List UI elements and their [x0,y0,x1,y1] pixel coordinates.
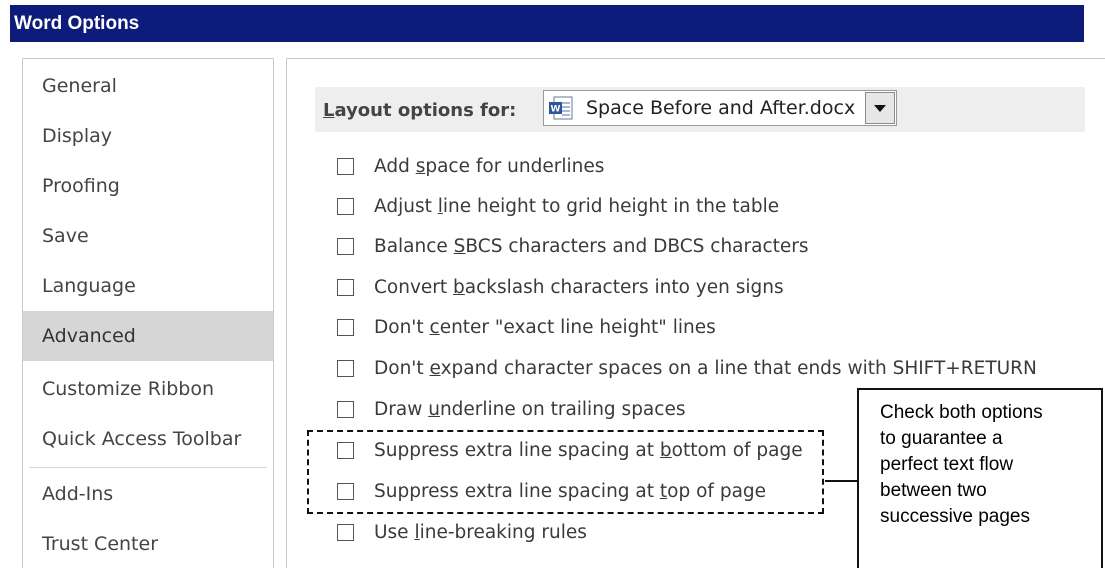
window-title-bar: Word Options [10,5,1084,42]
sidebar-item-language[interactable]: Language [23,264,273,308]
layout-document-name: Space Before and After.docx [586,97,856,119]
option-dont-center-exact-line-height: Don't center "exact line height" lines [337,313,1097,343]
layout-document-select[interactable]: W Space Before and After.docx [543,90,897,126]
option-label: Use line-breaking rules [374,522,587,543]
option-label: Balance SBCS characters and DBCS charact… [374,236,809,257]
callout-line: Check both options [880,402,1043,423]
highlight-dashed-box [307,430,824,514]
option-adjust-line-height: Adjust line height to grid height in the… [337,192,1097,222]
sidebar-item-display[interactable]: Display [23,114,273,158]
callout-connector-line [825,480,857,482]
checkbox-convert-backslash[interactable] [337,279,354,296]
option-dont-expand-character-spaces: Don't expand character spaces on a line … [337,354,1097,384]
option-label: Adjust line height to grid height in the… [374,196,780,217]
checkbox-dont-center-exact-line-height[interactable] [337,319,354,336]
checkbox-dont-expand-character-spaces[interactable] [337,360,354,377]
option-label: Don't center "exact line height" lines [374,317,716,338]
layout-options-label: Layout options for: [323,100,517,121]
callout-line: between two [880,480,987,501]
checkbox-add-space-for-underlines[interactable] [337,158,354,175]
checkbox-draw-underline-trailing-spaces[interactable] [337,401,354,418]
option-label: Convert backslash characters into yen si… [374,277,784,298]
sidebar-item-add-ins[interactable]: Add-Ins [23,472,273,516]
callout-line: successive pages [880,506,1030,527]
option-label: Add space for underlines [374,156,605,177]
annotation-callout: Check both options to guarantee a perfec… [857,388,1103,568]
word-document-icon: W [549,96,573,120]
option-balance-sbcs-dbcs: Balance SBCS characters and DBCS charact… [337,232,1097,262]
chevron-down-icon[interactable] [865,92,895,124]
sidebar-item-save[interactable]: Save [23,214,273,258]
callout-line: to guarantee a [880,428,1003,449]
sidebar-item-trust-center[interactable]: Trust Center [23,522,273,566]
layout-options-row: Layout options for: W Space Before and A… [315,87,1085,132]
sidebar-item-customize-ribbon[interactable]: Customize Ribbon [23,367,273,411]
option-label: Don't expand character spaces on a line … [374,358,1037,379]
checkbox-use-line-breaking-rules[interactable] [337,524,354,541]
sidebar-item-advanced[interactable]: Advanced [23,311,273,361]
options-sidebar: General Display Proofing Save Language A… [22,58,274,568]
svg-text:W: W [551,105,561,115]
window-title: Word Options [14,13,140,34]
callout-line: perfect text flow [880,454,1014,475]
sidebar-item-proofing[interactable]: Proofing [23,164,273,208]
option-add-space-for-underlines: Add space for underlines [337,152,1097,182]
option-convert-backslash: Convert backslash characters into yen si… [337,273,1097,303]
sidebar-item-quick-access-toolbar[interactable]: Quick Access Toolbar [23,417,273,461]
checkbox-adjust-line-height[interactable] [337,198,354,215]
checkbox-balance-sbcs-dbcs[interactable] [337,238,354,255]
sidebar-divider [29,467,267,468]
option-label: Draw underline on trailing spaces [374,399,686,420]
sidebar-item-general[interactable]: General [23,64,273,108]
